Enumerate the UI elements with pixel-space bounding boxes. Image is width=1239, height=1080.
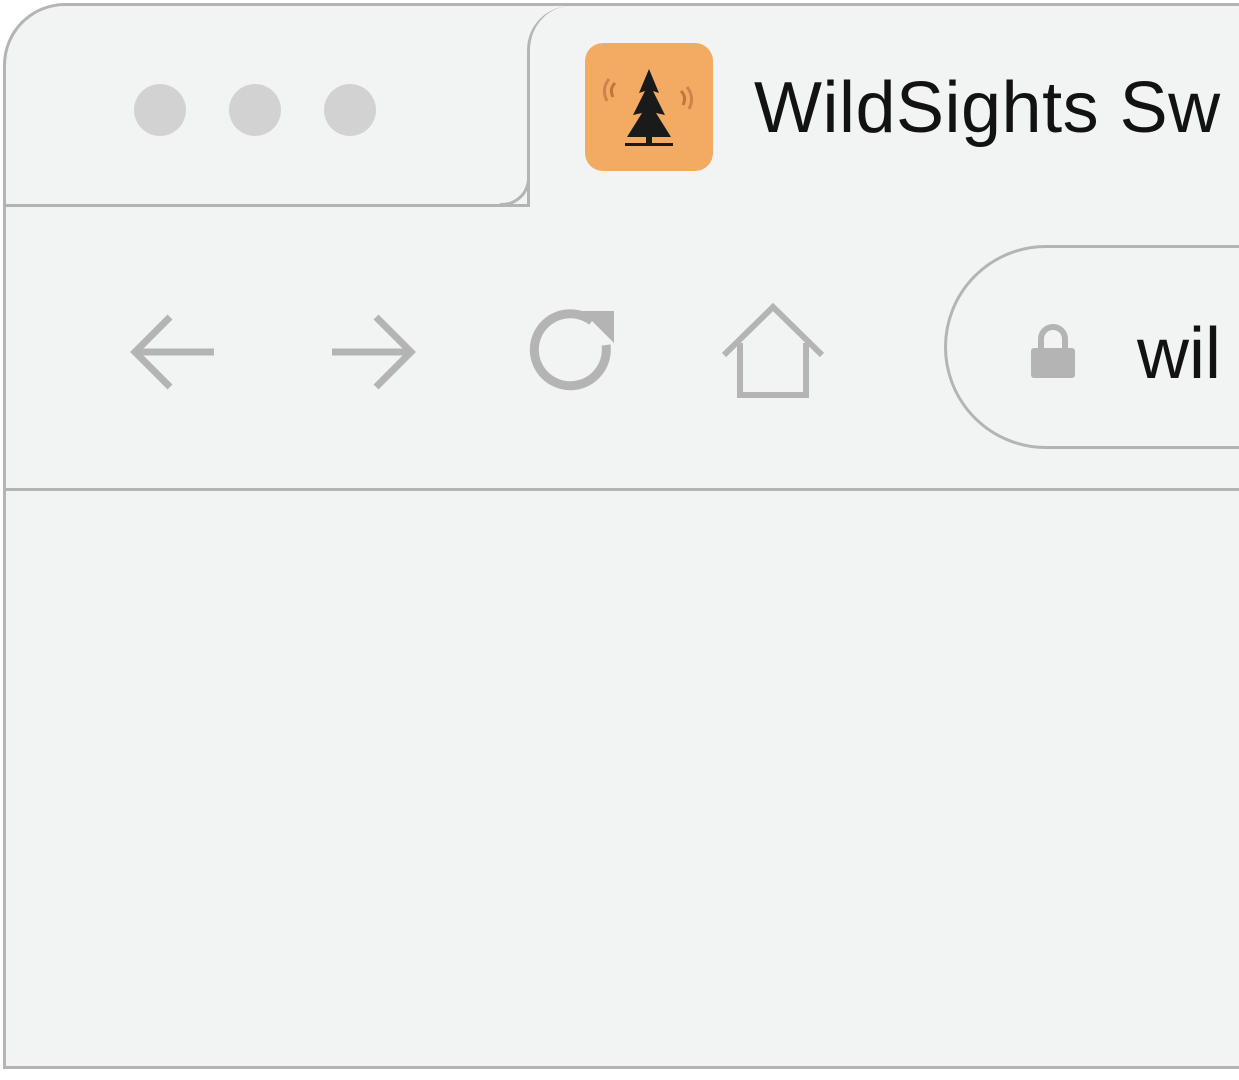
window-close-button[interactable]: [134, 84, 186, 136]
home-icon: [721, 302, 825, 398]
back-button[interactable]: [118, 295, 228, 405]
back-arrow-icon: [130, 314, 214, 390]
forward-button[interactable]: [316, 295, 426, 405]
window-maximize-button[interactable]: [324, 84, 376, 136]
page-content-area: [6, 491, 1239, 1066]
tab-title: WildSights Sw: [754, 68, 1221, 148]
home-button[interactable]: [716, 295, 826, 405]
pine-tree-icon: [585, 43, 713, 171]
title-bar: WildSights Sw: [6, 6, 1239, 207]
reload-button[interactable]: [516, 295, 626, 405]
browser-window: WildSights Sw wil: [3, 3, 1239, 1069]
forward-arrow-icon: [332, 314, 416, 390]
window-minimize-button[interactable]: [229, 84, 281, 136]
url-text[interactable]: wil: [1137, 314, 1221, 394]
tab-corner-decoration: [500, 178, 530, 206]
active-tab[interactable]: WildSights Sw: [527, 6, 1239, 207]
navigation-toolbar: wil: [6, 207, 1239, 491]
lock-icon: [1031, 324, 1075, 378]
reload-icon: [529, 309, 614, 391]
address-bar[interactable]: wil: [944, 245, 1239, 449]
